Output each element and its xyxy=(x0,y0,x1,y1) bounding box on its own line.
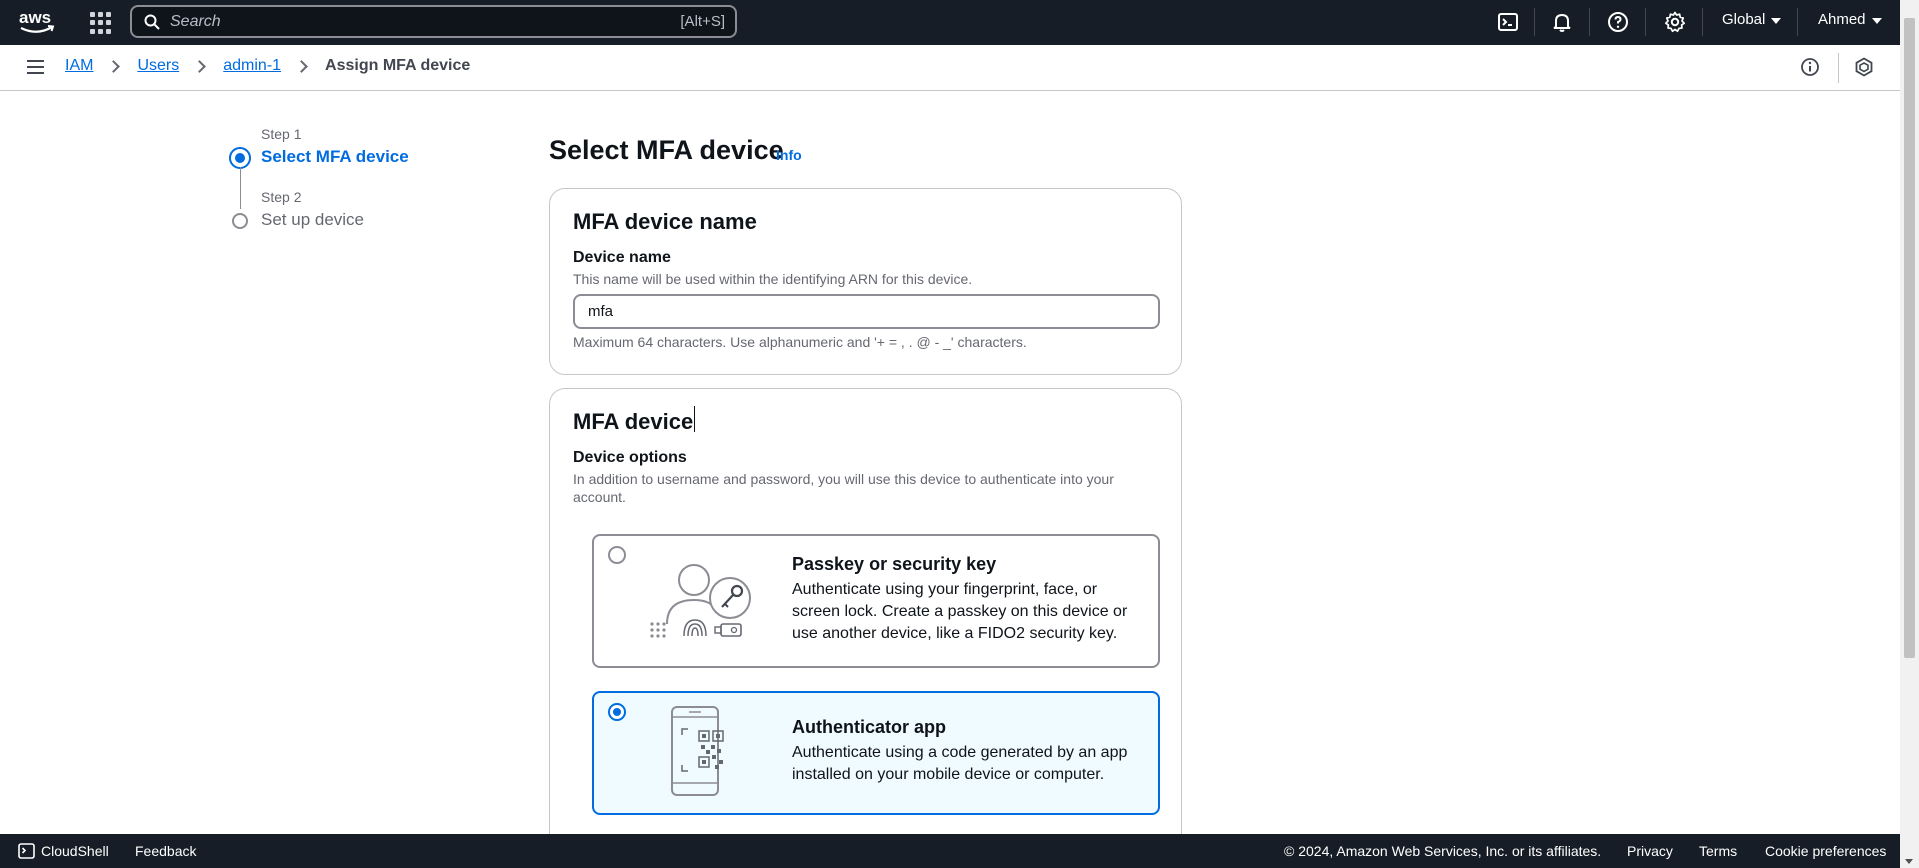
authenticator-app-radio[interactable] xyxy=(608,703,626,721)
cloudshell-icon[interactable] xyxy=(18,843,35,859)
notifications-bell-icon[interactable] xyxy=(1550,10,1574,34)
step-1-title: Select MFA device xyxy=(261,147,409,166)
breadcrumb-users[interactable]: Users xyxy=(137,57,179,75)
help-icon[interactable] xyxy=(1606,10,1630,34)
option-tile-passkey[interactable]: Passkey or security key Authenticate usi… xyxy=(592,534,1160,668)
hexagon-help-icon[interactable] xyxy=(1854,57,1874,77)
passkey-illustration-icon xyxy=(650,564,751,638)
settings-gear-icon[interactable] xyxy=(1663,10,1687,34)
footer-terms[interactable]: Terms xyxy=(1699,843,1737,859)
aws-logo[interactable]: aws xyxy=(18,8,56,36)
account-user-label: Ahmed xyxy=(1818,11,1866,28)
account-menu[interactable]: Ahmed xyxy=(1818,11,1882,28)
device-options-description: In addition to username and password, yo… xyxy=(573,471,1114,505)
device-name-description: This name will be used within the identi… xyxy=(573,271,973,287)
step-1-indicator xyxy=(229,147,251,169)
scrollbar-thumb[interactable] xyxy=(1904,18,1915,658)
authenticator-app-option-description: Authenticate using a code generated by a… xyxy=(792,744,1128,783)
device-name-section-title: MFA device name xyxy=(573,209,757,234)
mfa-device-container: MFA device Device options In addition to… xyxy=(549,388,1182,868)
top-navigation: aws Search [Alt+S] Global Ahmed xyxy=(0,0,1919,45)
services-menu-icon[interactable] xyxy=(90,12,112,34)
step-2-title: Set up device xyxy=(261,210,365,229)
page-title: Select MFA device xyxy=(549,135,784,165)
step-1-label: Step 1 xyxy=(261,126,302,142)
chevron-right-icon xyxy=(107,59,121,73)
mfa-device-name-container: MFA device name Device name This name wi… xyxy=(549,188,1182,375)
scroll-down-arrow-icon[interactable] xyxy=(1905,859,1913,864)
device-name-label: Device name xyxy=(573,249,671,266)
search-box[interactable]: Search [Alt+S] xyxy=(130,5,737,38)
chevron-right-icon xyxy=(295,59,308,73)
svg-text:aws: aws xyxy=(19,8,51,27)
footer-privacy[interactable]: Privacy xyxy=(1627,843,1673,859)
breadcrumb-iam[interactable]: IAM xyxy=(65,57,93,75)
info-link[interactable]: Info xyxy=(776,147,802,163)
search-placeholder: Search xyxy=(170,13,221,30)
device-options-label: Device options xyxy=(573,449,687,466)
footer: CloudShell Feedback © 2024, Amazon Web S… xyxy=(0,834,1900,868)
breadcrumb-bar: IAM Users admin-1 Assign MFA device xyxy=(0,45,1900,91)
side-nav-menu-icon[interactable] xyxy=(27,60,44,74)
search-shortcut: [Alt+S] xyxy=(680,13,725,30)
footer-copyright: © 2024, Amazon Web Services, Inc. or its… xyxy=(1284,843,1602,859)
search-icon xyxy=(144,14,160,30)
region-label: Global xyxy=(1722,11,1766,28)
passkey-radio[interactable] xyxy=(608,546,626,564)
step-2-label: Step 2 xyxy=(261,189,302,205)
breadcrumb-admin-1[interactable]: admin-1 xyxy=(223,57,281,75)
footer-cookie-preferences[interactable]: Cookie preferences xyxy=(1765,843,1886,859)
device-name-constraint: Maximum 64 characters. Use alphanumeric … xyxy=(573,334,1027,350)
footer-cloudshell[interactable]: CloudShell xyxy=(41,843,109,859)
chevron-down-icon xyxy=(1871,17,1882,24)
device-name-input[interactable] xyxy=(573,294,1160,329)
step-connector xyxy=(240,167,241,209)
chevron-down-icon xyxy=(1771,17,1782,24)
option-tile-authenticator-app[interactable]: Authenticator app Authenticate using a c… xyxy=(592,691,1160,815)
info-panel-icon[interactable] xyxy=(1800,57,1820,77)
passkey-option-title: Passkey or security key xyxy=(792,554,997,574)
step-2-indicator xyxy=(232,213,248,229)
footer-feedback[interactable]: Feedback xyxy=(135,843,196,859)
region-selector[interactable]: Global xyxy=(1722,11,1782,28)
mfa-device-section-title: MFA device xyxy=(573,406,696,435)
breadcrumb: IAM Users admin-1 Assign MFA device xyxy=(65,57,470,75)
breadcrumb-current: Assign MFA device xyxy=(325,57,471,74)
authenticator-app-illustration-icon xyxy=(671,706,724,796)
chevron-right-icon xyxy=(193,59,207,73)
page-scrollbar[interactable] xyxy=(1900,0,1919,868)
cloudshell-icon[interactable] xyxy=(1496,10,1520,34)
passkey-option-description: Authenticate using your fingerprint, fac… xyxy=(792,581,1128,642)
authenticator-app-option-title: Authenticator app xyxy=(792,717,947,737)
